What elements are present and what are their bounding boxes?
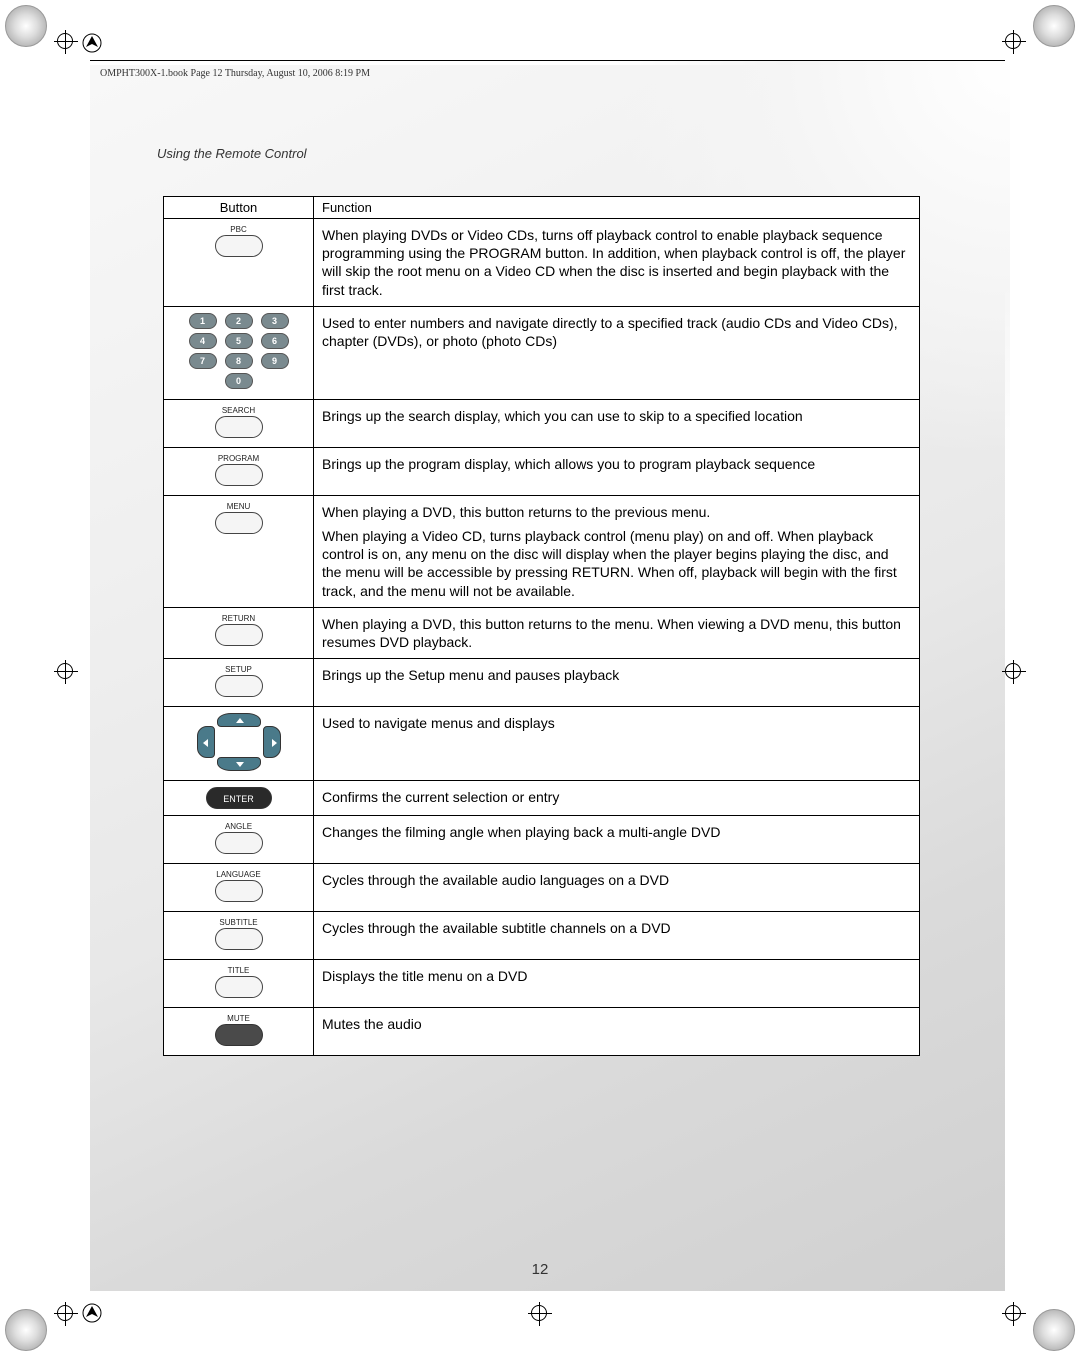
table-row: Used to navigate menus and displays [164,707,920,781]
corner-ornament-br [1033,1309,1075,1351]
function-text: When playing a DVD, this button returns … [314,607,920,658]
function-text: Brings up the Setup menu and pauses play… [314,659,920,707]
registration-mark-icon [54,30,78,54]
function-text: Brings up the program display, which all… [314,447,920,495]
registration-mark-icon [54,1302,78,1326]
registration-mark-icon [54,660,78,684]
angle-button-icon: ANGLE [215,822,263,857]
registration-mark-icon [1002,30,1026,54]
setup-button-icon: SETUP [215,665,263,700]
mute-button-icon: MUTE [215,1014,263,1049]
table-row: ANGLE Changes the filming angle when pla… [164,816,920,864]
registration-mark-icon [528,1302,552,1326]
language-button-icon: LANGUAGE [215,870,263,905]
corner-ornament-tr [1033,5,1075,47]
numpad-icon: 1 2 3 4 5 6 7 8 9 0 [189,313,289,393]
function-text: Cycles through the available subtitle ch… [314,912,920,960]
corner-ornament-tl [5,5,47,47]
header-divider [90,60,1005,61]
function-text: Confirms the current selection or entry [314,781,920,816]
page-number: 12 [0,1261,1080,1278]
menu-button-icon: MENU [215,502,263,537]
table-row: PROGRAM Brings up the program display, w… [164,447,920,495]
function-text: Brings up the search display, which you … [314,399,920,447]
return-button-icon: RETURN [215,614,263,649]
table-row: 1 2 3 4 5 6 7 8 9 0 [164,306,920,399]
corner-ornament-bl [5,1309,47,1351]
function-text: Used to enter numbers and navigate direc… [314,306,920,399]
pbc-button-icon: PBC [215,225,263,260]
table-row: MENU When playing a DVD, this button ret… [164,495,920,607]
function-text: Used to navigate menus and displays [314,707,920,781]
table-row: SEARCH Brings up the search display, whi… [164,399,920,447]
registration-mark-icon [1002,660,1026,684]
function-text: Mutes the audio [314,1008,920,1056]
subtitle-button-icon: SUBTITLE [215,918,263,953]
function-text: Cycles through the available audio langu… [314,864,920,912]
column-header-function: Function [314,197,920,219]
table-row: LANGUAGE Cycles through the available au… [164,864,920,912]
arrow-mark-icon [82,33,102,53]
search-button-icon: SEARCH [215,406,263,441]
arrow-mark-icon [82,1303,102,1323]
function-text: Changes the filming angle when playing b… [314,816,920,864]
header-filename: OMPHT300X-1.book Page 12 Thursday, Augus… [100,68,370,79]
column-header-button: Button [164,197,314,219]
function-text: When playing DVDs or Video CDs, turns of… [314,219,920,307]
function-text: Displays the title menu on a DVD [314,960,920,1008]
table-row: TITLE Displays the title menu on a DVD [164,960,920,1008]
section-title: Using the Remote Control [157,146,307,161]
table-row: RETURN When playing a DVD, this button r… [164,607,920,658]
button-function-table: Button Function PBC When playing DVDs or… [163,196,920,1056]
enter-button-icon: ENTER [206,787,272,809]
table-row: SETUP Brings up the Setup menu and pause… [164,659,920,707]
table-row: MUTE Mutes the audio [164,1008,920,1056]
table-row: PBC When playing DVDs or Video CDs, turn… [164,219,920,307]
program-button-icon: PROGRAM [215,454,263,489]
table-row: SUBTITLE Cycles through the available su… [164,912,920,960]
registration-mark-icon [1002,1302,1026,1326]
function-text: When playing a DVD, this button returns … [314,495,920,607]
table-row: ENTER Confirms the current selection or … [164,781,920,816]
title-button-icon: TITLE [215,966,263,1001]
dpad-icon [189,713,289,771]
